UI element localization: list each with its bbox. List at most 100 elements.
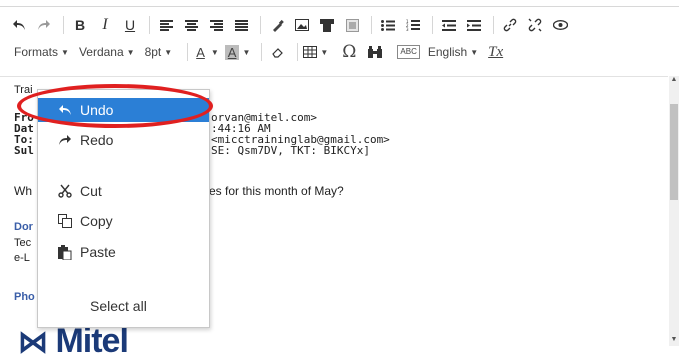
toolbar-separator: [260, 16, 261, 34]
align-right-icon: [209, 19, 223, 31]
menu-item-copy[interactable]: Copy: [38, 209, 209, 233]
align-justify-icon: [234, 19, 248, 31]
font-size-label: 8pt: [144, 45, 162, 59]
redo-toolbar-button[interactable]: [33, 14, 55, 36]
binoculars-icon: [368, 46, 383, 58]
insert-box-icon: [345, 18, 359, 32]
indent-button[interactable]: [463, 14, 485, 36]
eye-icon: [552, 20, 568, 30]
toolbar-separator: [187, 43, 189, 61]
toolbar-separator: [493, 16, 494, 34]
toolbar-row-1: B I U 123: [8, 14, 574, 36]
italic-button[interactable]: I: [94, 14, 116, 36]
toolbar-separator: [63, 16, 64, 34]
indent-icon: [467, 19, 481, 31]
toolbar-separator: [371, 16, 372, 34]
bullet-list-icon: [381, 19, 395, 31]
font-family-label: Verdana: [78, 45, 124, 59]
redo-icon: [38, 20, 50, 30]
numbered-list-button[interactable]: 123: [402, 14, 424, 36]
redo-icon: [38, 134, 78, 146]
paste-icon: [38, 244, 78, 260]
brush-button[interactable]: [266, 14, 288, 36]
menu-item-cut[interactable]: Cut: [38, 179, 209, 203]
scrollbar-thumb[interactable]: [670, 104, 678, 200]
formats-dropdown[interactable]: Formats ▼: [14, 45, 69, 59]
menu-item-label: Cut: [80, 183, 102, 199]
signature-title: Tec: [14, 237, 32, 249]
top-border: [0, 6, 679, 7]
eraser-icon: [272, 48, 284, 58]
font-size-dropdown[interactable]: 8pt ▼: [145, 45, 173, 59]
remove-format-button[interactable]: [267, 41, 289, 63]
toolbar-separator: [432, 16, 433, 34]
background-color-letter: A: [224, 44, 240, 60]
menu-item-select-all[interactable]: Select all: [38, 294, 209, 318]
subject-value: SE: Qsm7DV, TKT: BIKCYx]: [211, 144, 370, 157]
toolbar-row-2: Formats ▼ Verdana ▼ 8pt ▼ A ▼ A ▼ ▼ Ω ABC Eng: [14, 41, 503, 63]
menu-item-paste[interactable]: Paste: [38, 240, 209, 264]
chevron-down-icon: ▼: [470, 47, 479, 57]
table-dropdown[interactable]: ▼: [303, 46, 328, 58]
font-family-dropdown[interactable]: Verdana ▼: [79, 45, 135, 59]
scroll-down-icon[interactable]: ▼: [669, 336, 679, 343]
chevron-down-icon: ▼: [164, 47, 173, 57]
subject-label: Sul: [14, 144, 34, 157]
language-label: English: [427, 45, 468, 59]
svg-text:3: 3: [406, 27, 409, 31]
link-button[interactable]: [499, 14, 521, 36]
underline-button[interactable]: U: [119, 14, 141, 36]
signature-name: Dor: [14, 221, 33, 233]
find-replace-button[interactable]: [364, 41, 386, 63]
body-partial: Wh: [14, 184, 32, 198]
outdent-icon: [442, 19, 456, 31]
toolbar-separator: [149, 16, 150, 34]
preview-button[interactable]: [549, 14, 571, 36]
undo-icon: [13, 20, 25, 30]
menu-item-redo[interactable]: Redo: [38, 128, 209, 152]
align-left-icon: [159, 19, 173, 31]
menu-item-label: Paste: [80, 244, 116, 260]
table-icon: [303, 46, 318, 58]
body-rest: es for this month of May?: [209, 184, 344, 198]
chevron-down-icon: ▼: [126, 47, 135, 57]
chevron-down-icon: ▼: [242, 47, 251, 57]
menu-item-label: Copy: [80, 213, 113, 229]
link-icon: [503, 18, 517, 32]
unlink-button[interactable]: [524, 14, 546, 36]
bold-button[interactable]: B: [69, 14, 91, 36]
align-left-button[interactable]: [155, 14, 177, 36]
numbered-list-icon: 123: [406, 19, 420, 31]
toolbar-separator: [261, 43, 263, 61]
brush-icon: [272, 19, 284, 32]
insert-box-button[interactable]: [341, 14, 363, 36]
bullet-list-button[interactable]: [377, 14, 399, 36]
signature-dept: e-L: [14, 252, 30, 264]
spellcheck-button[interactable]: ABC: [397, 45, 420, 59]
outdent-button[interactable]: [438, 14, 460, 36]
clear-formatting-button[interactable]: Tx: [488, 44, 503, 61]
media-button[interactable]: [316, 14, 338, 36]
language-dropdown[interactable]: English ▼: [428, 45, 478, 59]
chevron-down-icon: ▼: [61, 47, 69, 57]
copy-icon: [38, 214, 78, 228]
undo-toolbar-button[interactable]: [8, 14, 30, 36]
editor-window: B I U 123 Formats ▼ Verdana ▼ 8pt ▼ A ▼ …: [0, 0, 679, 360]
special-character-button[interactable]: Ω: [342, 42, 356, 62]
image-icon: [295, 19, 309, 31]
chevron-down-icon: ▼: [210, 47, 219, 57]
formats-label: Formats: [14, 45, 59, 59]
text-color-button[interactable]: A ▼: [193, 45, 219, 60]
align-center-button[interactable]: [180, 14, 202, 36]
media-icon: [320, 18, 334, 32]
unlink-icon: [528, 18, 542, 32]
background-color-button[interactable]: A ▼: [224, 44, 251, 60]
menu-item-label: Redo: [80, 132, 114, 148]
align-justify-button[interactable]: [230, 14, 252, 36]
toolbar-separator: [297, 43, 299, 61]
image-button[interactable]: [291, 14, 313, 36]
align-right-button[interactable]: [205, 14, 227, 36]
chevron-down-icon: ▼: [320, 47, 329, 57]
scroll-up-icon[interactable]: ▲: [669, 76, 679, 83]
text-color-letter: A: [196, 44, 205, 60]
